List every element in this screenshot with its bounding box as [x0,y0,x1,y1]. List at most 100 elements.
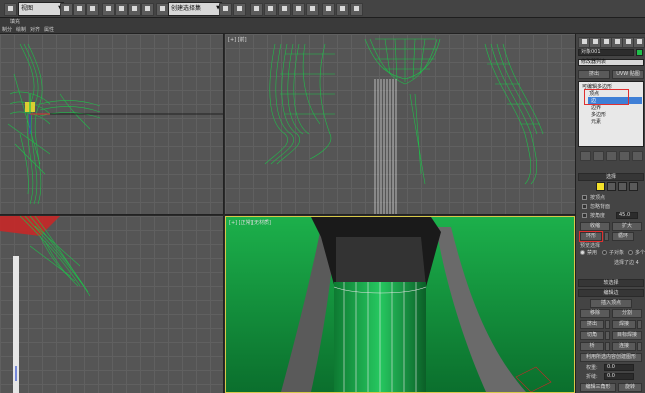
bridge-settings-icon[interactable] [605,342,610,351]
view-dropdown[interactable]: 视图▼ [18,2,64,16]
target-weld-button[interactable]: 目标焊接 [612,331,642,340]
crease-spinner[interactable]: 0.0 [604,373,634,380]
insert-vertex-button[interactable]: 插入顶点 [590,299,632,308]
ribbon-toggle-icon[interactable] [264,3,277,16]
vertex-select-icon[interactable] [596,182,605,191]
grow-button[interactable]: 扩大 [612,222,642,231]
bridge-button[interactable]: 桥 [580,342,604,351]
move-icon[interactable] [73,3,86,16]
material-editor-icon[interactable] [306,3,319,16]
edit-edges-rollout-header[interactable]: 编辑边 [578,289,644,297]
ribbon-tab-2[interactable]: 绘制 [16,27,26,33]
chamfer-button[interactable]: 切角 [580,331,604,340]
schematic-view-icon[interactable] [292,3,305,16]
edge-select-icon[interactable] [607,182,616,191]
preview-off-radio[interactable] [580,250,585,255]
curve-editor-icon[interactable] [278,3,291,16]
extrude-modifier-button[interactable]: 挤出 [578,70,610,79]
split-button[interactable]: 分割 [612,309,642,318]
command-panel: 对象001 修改器列表 挤出 UVW 贴图 可编辑多边形 顶点 边 边界 多边形… [575,34,645,393]
ribbon-tab-3[interactable]: 对齐 [30,27,40,33]
spinner-snap-icon[interactable] [141,3,154,16]
border-select-icon[interactable] [618,182,627,191]
preview-multi-label: 多个 [635,250,645,256]
ignore-backfacing-checkbox[interactable] [582,204,587,209]
remove-modifier-icon[interactable] [619,151,630,161]
weld-button[interactable]: 焊接 [612,320,636,329]
render-icon[interactable] [350,3,363,16]
modifier-list-dropdown[interactable]: 修改器列表 [578,59,644,66]
viewport-front[interactable]: [+] [前] [225,34,575,215]
turn-button[interactable]: 旋转 [618,383,642,392]
viewport-left[interactable] [0,216,224,393]
connect-button[interactable]: 连接 [612,342,636,351]
weight-label: 权重: [586,365,598,371]
preview-subobj-radio[interactable] [602,250,607,255]
create-shape-button[interactable]: 利用所选内容创建图形 [580,353,642,362]
ribbon-tab-1[interactable]: 制分 [2,27,12,33]
preview-multi-radio[interactable] [628,250,633,255]
shrink-button[interactable]: 收缩 [580,222,610,231]
plant-wireframe-front [264,38,544,214]
by-angle-checkbox[interactable] [582,213,587,218]
show-end-result-icon[interactable] [593,151,604,161]
mirror-icon[interactable] [219,3,232,16]
remove-button[interactable]: 移除 [580,309,610,318]
main-toolbar: 视图▼ 创建选择集▼ [0,0,645,18]
make-unique-icon[interactable] [606,151,617,161]
object-name-field[interactable]: 对象001 [578,49,634,56]
ribbon-tab-4[interactable]: 属性 [44,27,54,33]
selection-set-value: 创建选择集 [171,5,202,12]
snap-icon[interactable] [102,3,115,16]
modifier-list-value: 修改器列表 [581,59,607,65]
ribbon-title: 填充 [10,19,21,25]
plant-shaded-perspective [226,217,574,392]
by-vertex-checkbox[interactable] [582,195,587,200]
panel-tab-bar [578,37,645,48]
object-color-swatch[interactable] [636,49,643,56]
selection-set-dropdown[interactable]: 创建选择集▼ [168,2,222,16]
utilities-tab-icon[interactable] [633,37,645,48]
extrude-button[interactable]: 挤出 [580,320,604,329]
layer-manager-icon[interactable] [250,3,263,16]
plant-wireframe-top [7,43,223,205]
connect-settings-icon[interactable] [637,342,642,351]
rotate-icon[interactable] [86,3,99,16]
edit-triangulation-button[interactable]: 编辑三角形 [580,383,616,392]
stack-item-polygon[interactable]: 多边形 [591,112,606,118]
by-angle-label: 按角度 [590,213,606,219]
modifier-stack[interactable]: 可编辑多边形 顶点 边 边界 多边形 元素 [578,81,644,147]
preview-off-label: 禁用 [587,250,598,256]
undo-icon[interactable] [4,3,17,16]
align-icon[interactable] [233,3,246,16]
configure-sets-icon[interactable] [632,151,643,161]
preview-subobj-label: 子对象 [609,250,625,256]
angle-snap-icon[interactable] [115,3,128,16]
viewport-perspective-label: [+] [正常] [229,220,253,226]
select-icon[interactable] [60,3,73,16]
extrude-settings-icon[interactable] [605,320,610,329]
crease-label: 折缝: [586,374,598,380]
stack-controls [578,151,644,161]
weight-spinner[interactable]: 0.0 [604,364,634,371]
ignore-backfacing-label: 忽略背面 [590,204,611,210]
weld-settings-icon[interactable] [637,320,642,329]
pin-stack-icon[interactable] [580,151,591,161]
render-frame-icon[interactable] [336,3,349,16]
percent-snap-icon[interactable] [128,3,141,16]
soft-selection-rollout-header[interactable]: 软选择 [578,279,644,287]
uvw-map-modifier-button[interactable]: UVW 贴图 [612,70,644,79]
selection-rollout-header[interactable]: 选择 [578,173,644,181]
angle-spinner[interactable]: 45.0 [616,212,638,219]
edge-highlight-box [584,89,629,105]
viewport-perspective[interactable]: [+] [正常] [无材质] [225,216,575,393]
viewport-top[interactable] [0,34,224,215]
render-setup-icon[interactable] [322,3,335,16]
by-vertex-label: 按顶点 [590,195,606,201]
loop-button[interactable]: 循环 [612,232,634,241]
stack-item-border[interactable]: 边界 [591,105,601,111]
ring-spinner-icon[interactable] [604,232,609,241]
chamfer-settings-icon[interactable] [605,331,610,340]
polygon-select-icon[interactable] [629,182,638,191]
stack-item-element[interactable]: 元素 [591,119,601,125]
